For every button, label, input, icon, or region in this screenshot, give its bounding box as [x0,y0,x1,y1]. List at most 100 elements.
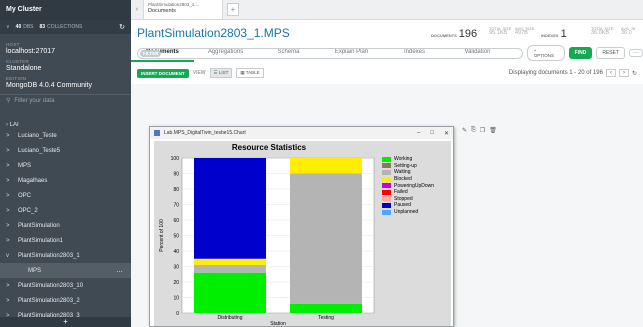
index-avg-size-stat: AVG. SI 36.0 [621,26,635,36]
delete-icon[interactable]: 🗑 [489,127,497,134]
sidebar-item-magalhaes[interactable]: > Magalhaes [0,173,131,188]
sidebar-item-label: PlantSimulation2803_2 [18,297,80,304]
close-button[interactable]: ✕ [444,130,449,137]
y-tick-label: 80 [173,187,179,193]
tab-bar: ‹ PlantSimulation2803_1.... Documents + [131,0,643,20]
legend-item: Setting-up [382,163,434,170]
chevron-right-icon: > [6,132,10,139]
legend-swatch [382,183,391,189]
legend-swatch [382,202,391,208]
view-table-button[interactable]: ▦ TABLE [236,68,264,78]
sidebar-item-plantsimulation2803-10[interactable]: > PlantSimulation2803_10 [0,278,131,293]
new-tab-button[interactable]: + [227,3,239,16]
copy-icon[interactable]: ⎘ [471,127,476,134]
sidebar-item-opc-2[interactable]: > OPC_2 [0,203,131,218]
chevron-right-icon: > [6,237,10,244]
chart-legend: Working Setting-up Waiting Blocked PoweringU… [382,156,434,215]
legend-label: Stopped [394,195,413,202]
stats-chevron-icon[interactable]: ∨ [6,24,10,30]
filter-pill: FILTER [140,49,162,57]
legend-label: PoweringUpDown [394,182,435,189]
bar-segment [290,158,362,174]
sidebar-item-plantsimulation2803-1[interactable]: v PlantSimulation2803_1 [0,248,131,263]
chart-panel: Resource Statistics 0 10 20 30 40 50 60 70 80 90 1… [154,141,451,326]
sidebar-item-luciano-teste5[interactable]: > Luciano_Teste5 [0,143,131,158]
legend-swatch [382,189,391,195]
sidebar-filter-input[interactable]: Filter your data [14,98,54,104]
options-button[interactable]: + OPTIONS [526,45,565,61]
collections-count: 83 [39,24,46,30]
chevron-right-icon: > [6,207,10,214]
legend-swatch [382,209,391,215]
edition-label: EDITION [6,76,27,81]
documents-stat: DOCUMENTS 196 [431,28,477,40]
sidebar-item-luciano-teste[interactable]: > Luciano_Teste [0,128,131,143]
chart-window-titlebar[interactable]: Lab.MPS_DigitalTwin_tesbe15.Chart – □ ✕ [150,127,453,139]
sidebar-item-plantsimulation2803-2[interactable]: > PlantSimulation2803_2 [0,293,131,308]
minimize-button[interactable]: – [417,130,420,137]
sidebar-item-label: OPC [18,192,32,199]
host-value: localhost:27017 [6,48,56,55]
sidebar-item-label: Magalhaes [18,177,48,184]
query-bar: FILTER + OPTIONS FIND RESET ··· [137,45,643,61]
sidebar-filter[interactable]: ⚲ Filter your data [0,94,131,106]
bar-segment [194,258,266,265]
x-tick-label: Testing [318,315,334,321]
avg-size-stat: AVG. SIZE 497B [515,26,534,36]
reset-button[interactable]: RESET [596,47,625,59]
insert-document-button[interactable]: INSERT DOCUMENT [137,68,189,78]
database-list: > Luciano_Teste > Luciano_Teste5 > MPS > Mag… [0,128,131,323]
bar-segment [290,303,362,313]
legend-item: Unplanned [382,209,434,216]
cluster-stats: ∨ 40 DBS 83 COLLECTIONS ↻ [0,20,131,34]
sidebar-item-label: OPC_2 [18,207,38,214]
next-page-button[interactable]: › [618,69,629,77]
documents-count: 196 [458,28,478,40]
sidebar-item-plantsimulation1[interactable]: > PlantSimulation1 [0,233,131,248]
legend-item: Working [382,156,434,163]
edit-icon[interactable]: ✎ [462,127,467,134]
legend-swatch [382,196,391,202]
legend-item: Failed [382,189,434,196]
legend-swatch [382,163,391,169]
chevron-right-icon: > [6,222,10,229]
displaying-text: Displaying documents 1 - 20 of 196 [508,70,603,76]
clone-icon[interactable]: ❐ [480,127,485,134]
view-list-label: LIST [218,70,229,75]
legend-label: Setting-up [394,162,417,169]
tab-collection[interactable]: PlantSimulation2803_1.... Documents [143,0,223,19]
chevron-right-icon: > [6,162,10,169]
bar-segment [194,272,266,313]
cluster-title: My Cluster [0,0,131,20]
dbs-label: DBS [23,24,34,30]
sidebar-item-mps[interactable]: > MPS [0,158,131,173]
refresh-icon[interactable]: ↻ [119,23,125,31]
legend-label: Waiting [394,169,411,176]
y-axis-label: Percent of 100 [159,219,165,252]
chart-window: Lab.MPS_DigitalTwin_tesbe15.Chart – □ ✕ … [149,126,454,327]
y-tick-label: 70 [173,202,179,208]
y-tick-label: 100 [171,156,180,162]
resource-statistics-chart: 0 10 20 30 40 50 60 70 80 90 100 Distributing Testin… [159,156,375,326]
documents-label: DOCUMENTS [431,33,457,38]
maximize-button[interactable]: □ [430,130,434,137]
more-options-icon[interactable]: … [116,267,123,274]
pagination: Displaying documents 1 - 20 of 196 ‹ › ↻ [509,69,643,77]
view-table-label: TABLE [245,70,260,75]
y-tick-label: 10 [173,295,179,301]
more-button[interactable]: ··· [629,49,643,57]
sidebar-item-mps-collection[interactable]: MPS… [0,263,131,278]
prev-page-button[interactable]: ‹ [605,69,616,77]
indexes-count: 1 [560,28,567,40]
sidebar-item-opc[interactable]: > OPC [0,188,131,203]
sidebar-item-plantsimulation[interactable]: > PlantSimulation [0,218,131,233]
legend-label: Unplanned [394,209,419,216]
create-database-button[interactable]: + [0,317,131,327]
tab-scroll-left-icon[interactable]: ‹ [131,0,143,19]
refresh-documents-icon[interactable]: ↻ [632,70,637,77]
legend-item: Blocked [382,176,434,183]
avg-size-value: 497B [515,30,528,36]
view-list-button[interactable]: ☰ LIST [209,68,233,78]
filter-input[interactable]: FILTER [137,47,523,59]
find-button[interactable]: FIND [568,47,593,59]
